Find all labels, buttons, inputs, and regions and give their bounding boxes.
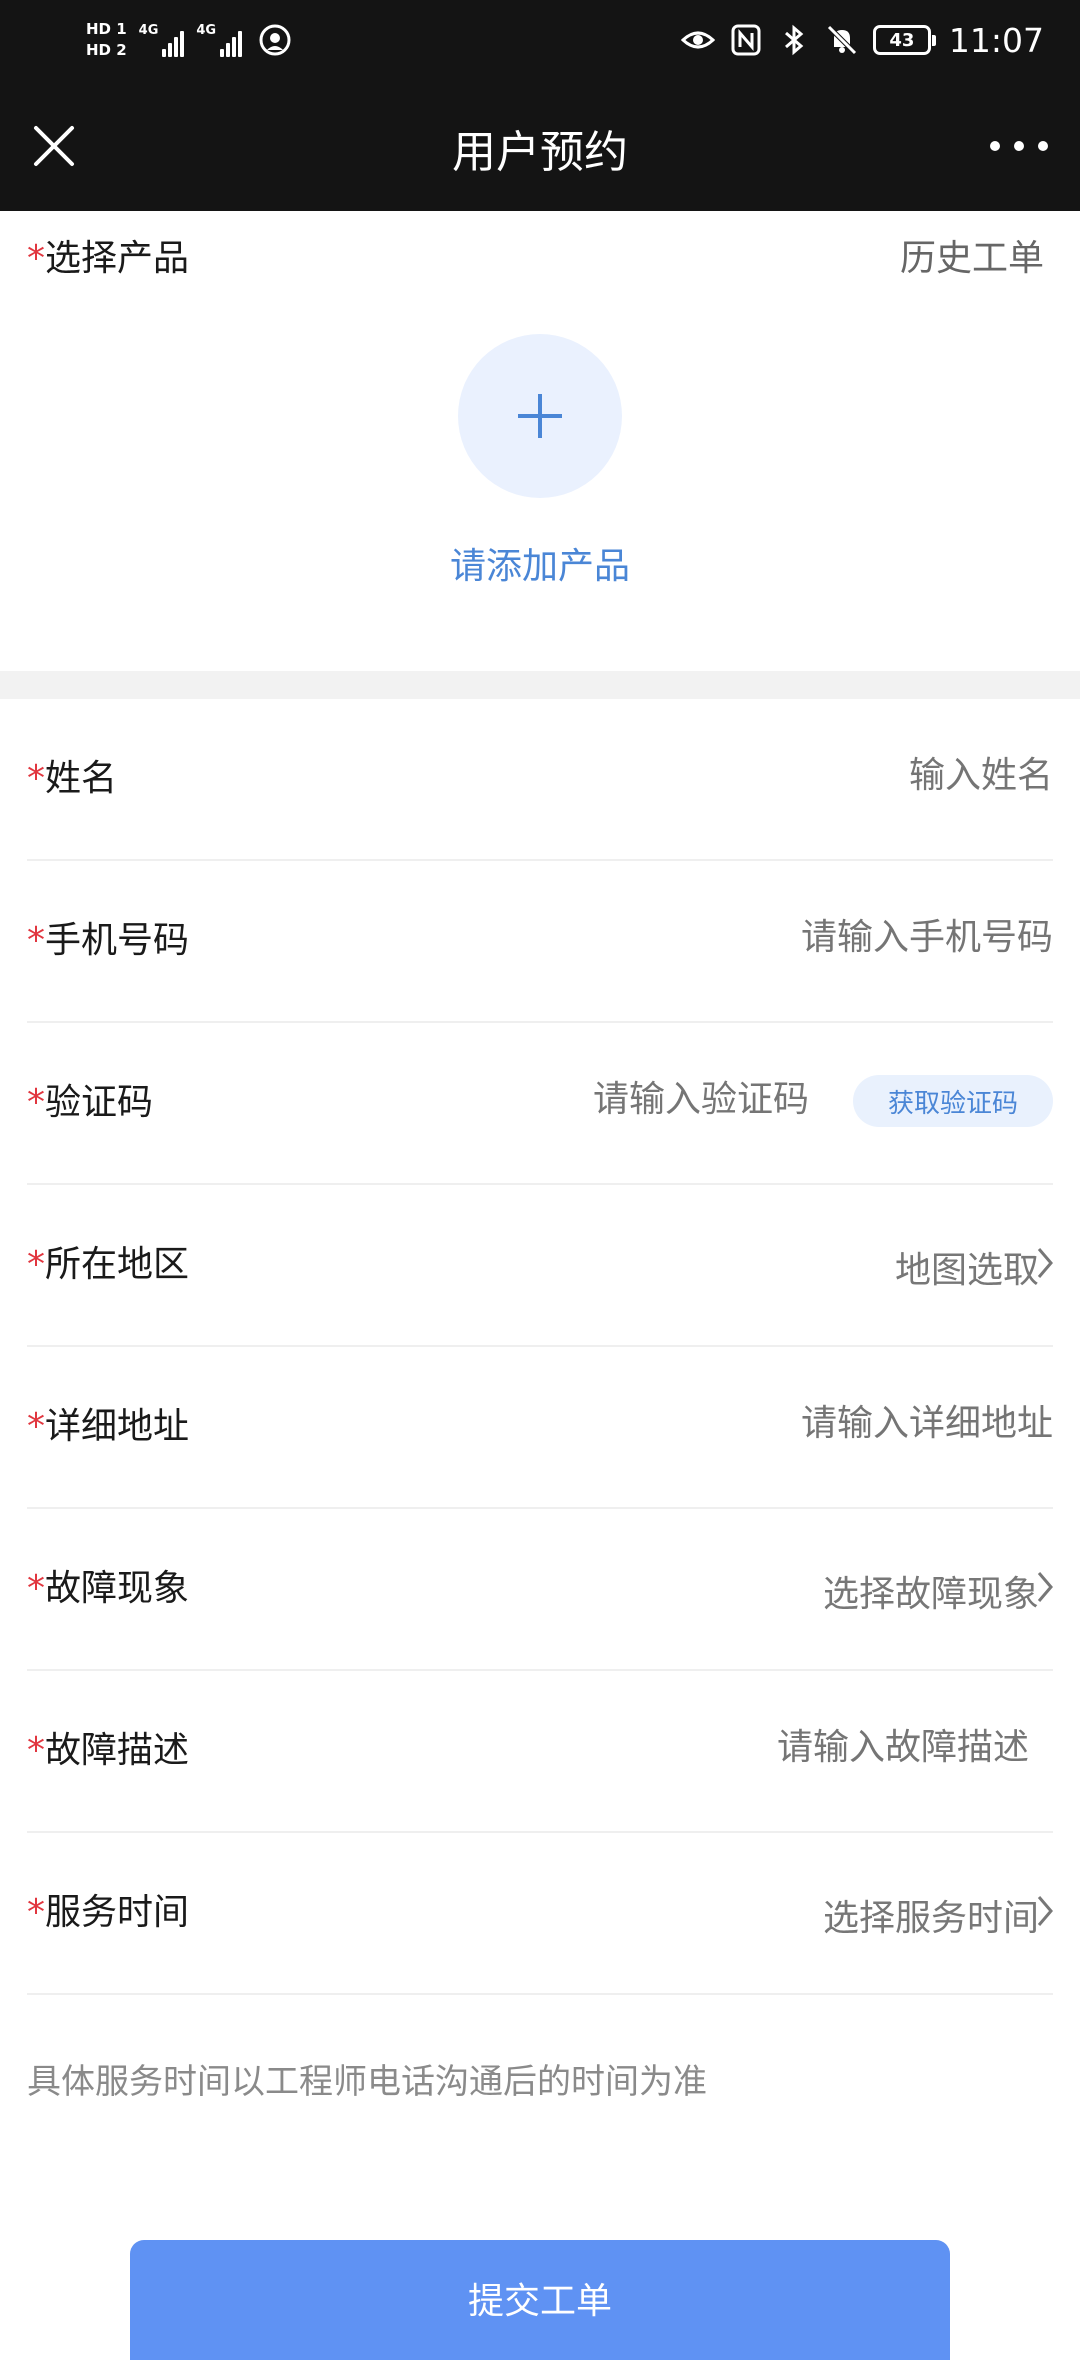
address-input[interactable]	[633, 1403, 1053, 1444]
add-product-button[interactable]	[458, 334, 622, 498]
history-orders-link[interactable]: 历史工单	[900, 229, 1044, 281]
form-row-region[interactable]: *所在地区 地图选取	[27, 1185, 1053, 1347]
name-input[interactable]	[633, 755, 1053, 796]
product-label: *选择产品	[27, 229, 189, 281]
service-time-label: *服务时间	[27, 1892, 190, 1933]
form-row-name: *姓名	[27, 699, 1053, 861]
submit-order-button[interactable]: 提交工单	[130, 2240, 950, 2360]
sim2-indicator: HD 2	[86, 41, 127, 59]
status-right: 43 11:07	[680, 20, 1044, 60]
region-select[interactable]: 地图选取	[619, 1241, 1039, 1293]
plus-icon	[518, 394, 562, 438]
description-label: *故障描述	[27, 1730, 190, 1771]
status-time: 11:07	[948, 20, 1044, 60]
bluetooth-icon	[784, 24, 804, 56]
more-dots-icon[interactable]	[984, 124, 1054, 168]
phone-input[interactable]	[633, 917, 1053, 958]
eye-icon	[680, 31, 715, 49]
status-left: HD 1 HD 2 4G 4G	[86, 21, 292, 59]
section-divider	[0, 671, 1080, 699]
form-row-description: *故障描述	[27, 1671, 1053, 1833]
product-section: *选择产品 历史工单 请添加产品	[0, 211, 1080, 671]
service-time-select[interactable]: 选择服务时间	[619, 1889, 1039, 1941]
form-row-phone: *手机号码	[27, 861, 1053, 1023]
phone-label: *手机号码	[27, 920, 190, 961]
signal-icon-2: 4G	[196, 23, 243, 57]
address-label: *详细地址	[27, 1406, 190, 1447]
chevron-right-icon	[1037, 1896, 1053, 1926]
hotspot-icon	[259, 24, 291, 56]
form-row-address: *详细地址	[27, 1347, 1053, 1509]
code-input[interactable]	[489, 1079, 809, 1120]
add-product-text[interactable]: 请添加产品	[0, 537, 1080, 589]
signal-icon: 4G	[139, 23, 185, 57]
fault-label: *故障现象	[27, 1568, 190, 1609]
title-bar: 用户预约	[0, 80, 1080, 211]
service-time-note: 具体服务时间以工程师电话沟通后的时间为准	[27, 2062, 707, 2102]
code-label: *验证码	[27, 1082, 154, 1123]
battery-icon: 43	[872, 25, 936, 55]
get-code-button[interactable]: 获取验证码	[853, 1075, 1053, 1127]
sim1-indicator: HD 1	[86, 20, 127, 38]
description-input[interactable]	[609, 1727, 1029, 1768]
fault-select[interactable]: 选择故障现象	[619, 1565, 1039, 1617]
form-row-fault[interactable]: *故障现象 选择故障现象	[27, 1509, 1053, 1671]
name-label: *姓名	[27, 758, 118, 799]
mute-bell-icon	[827, 25, 857, 55]
required-mark: *	[27, 238, 45, 279]
network1-label: 4G	[138, 23, 159, 38]
form-row-service-time[interactable]: *服务时间 选择服务时间	[27, 1833, 1053, 1995]
page-title: 用户预约	[452, 127, 628, 178]
region-label: *所在地区	[27, 1244, 190, 1285]
chevron-right-icon	[1037, 1248, 1053, 1278]
chevron-right-icon	[1037, 1572, 1053, 1602]
sim-indicators: HD 1 HD 2	[86, 21, 127, 59]
network2-label: 4G	[196, 23, 217, 38]
nfc-icon	[731, 24, 761, 56]
product-label-text: 选择产品	[45, 238, 190, 279]
status-bar: HD 1 HD 2 4G 4G 43 11:07	[0, 0, 1080, 80]
